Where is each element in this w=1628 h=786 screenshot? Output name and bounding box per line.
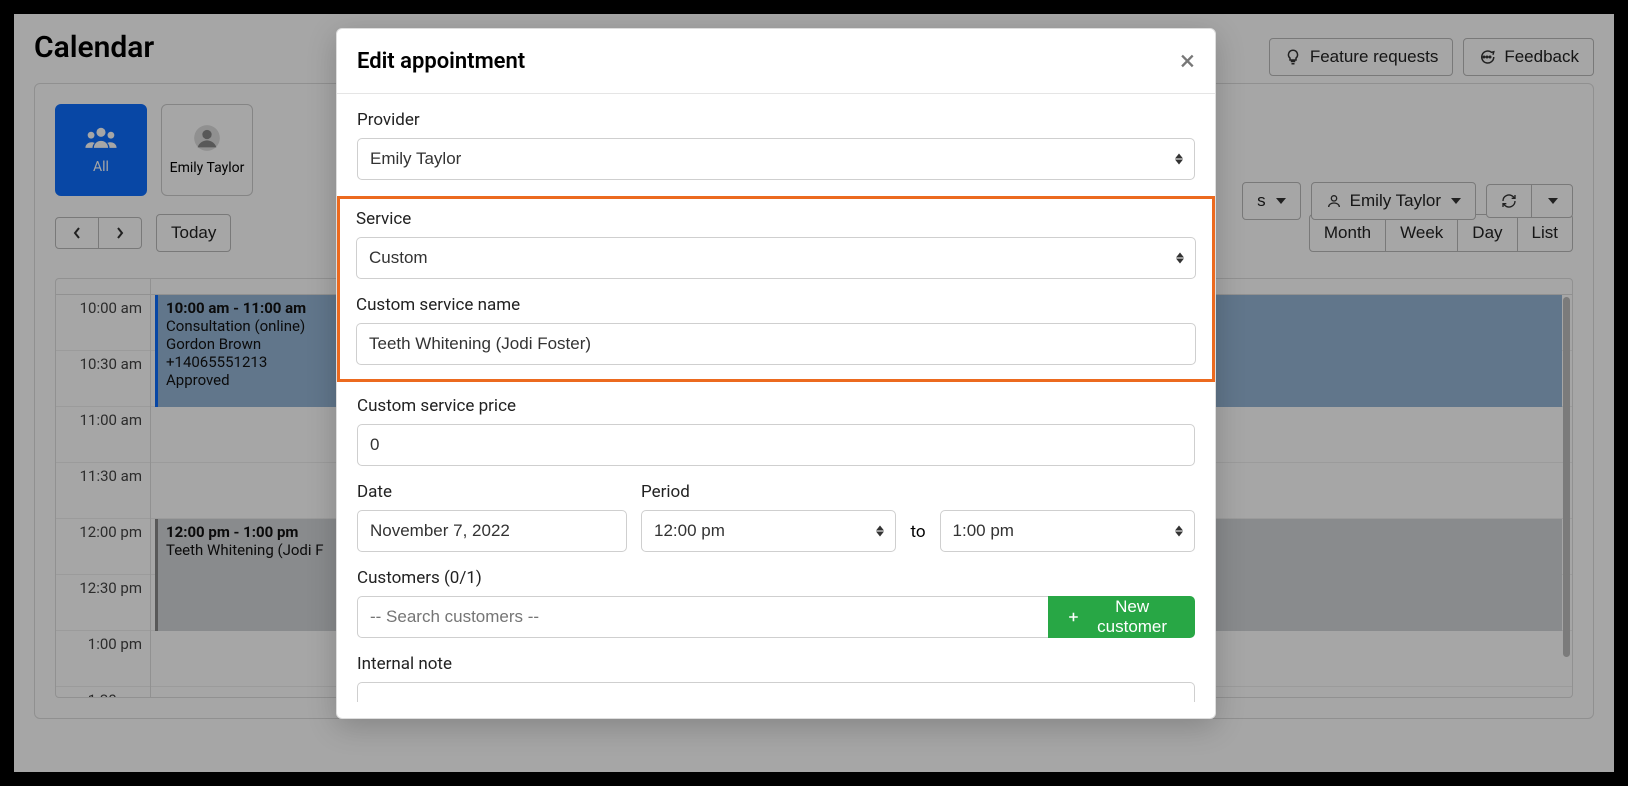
period-from-select[interactable]: [641, 510, 896, 552]
period-to-select[interactable]: [940, 510, 1195, 552]
provider-all-label: All: [93, 159, 109, 175]
internal-note-input[interactable]: [357, 682, 1195, 702]
refresh-dropdown[interactable]: [1531, 184, 1573, 218]
custom-service-name-input[interactable]: [356, 323, 1196, 365]
edit-appointment-modal: Edit appointment × Provider Service: [336, 28, 1216, 719]
user-dropdown-label: Emily Taylor: [1350, 191, 1441, 211]
time-label: 11:00 am: [56, 407, 150, 463]
user-circle-icon: [193, 124, 221, 152]
next-button[interactable]: [98, 217, 142, 249]
provider-emily[interactable]: Emily Taylor: [161, 104, 253, 196]
user-icon: [1326, 193, 1342, 209]
date-input[interactable]: [357, 510, 627, 552]
period-label: Period: [641, 482, 896, 502]
close-icon: ×: [1180, 44, 1195, 77]
chat-icon: [1478, 48, 1496, 66]
refresh-button[interactable]: [1486, 184, 1532, 218]
internal-note-label: Internal note: [357, 654, 1195, 674]
feedback-button[interactable]: Feedback: [1463, 38, 1594, 76]
refresh-icon: [1501, 193, 1517, 209]
time-label: 12:30 pm: [56, 575, 150, 631]
modal-title: Edit appointment: [357, 49, 525, 74]
date-label: Date: [357, 482, 627, 502]
provider-label: Provider: [357, 110, 1195, 130]
time-label: 1:00 pm: [56, 631, 150, 687]
time-label: 11:30 am: [56, 463, 150, 519]
today-button[interactable]: Today: [156, 214, 231, 252]
new-customer-button[interactable]: New customer: [1048, 596, 1195, 638]
scrollbar[interactable]: [1563, 297, 1570, 657]
service-label: Service: [356, 209, 1196, 229]
custom-service-price-label: Custom service price: [357, 396, 1195, 416]
user-dropdown[interactable]: Emily Taylor: [1311, 182, 1476, 220]
provider-select[interactable]: [357, 138, 1195, 180]
feature-requests-button[interactable]: Feature requests: [1269, 38, 1454, 76]
truncated-dropdown[interactable]: s: [1242, 182, 1301, 220]
chevron-left-icon: [72, 226, 82, 240]
provider-all[interactable]: All: [55, 104, 147, 196]
search-customers-input[interactable]: [357, 596, 1048, 638]
time-label: 12:00 pm: [56, 519, 150, 575]
time-label: 1:30 pm: [56, 687, 150, 698]
highlighted-section: Service Custom service name: [337, 196, 1215, 382]
customers-label: Customers (0/1): [357, 568, 1195, 588]
chevron-right-icon: [115, 226, 125, 240]
custom-service-price-input[interactable]: [357, 424, 1195, 466]
service-select[interactable]: [356, 237, 1196, 279]
time-label: 10:30 am: [56, 351, 150, 407]
new-customer-label: New customer: [1088, 597, 1176, 637]
chevron-down-icon: [1548, 198, 1558, 204]
feedback-label: Feedback: [1504, 47, 1579, 67]
chevron-down-icon: [1276, 198, 1286, 204]
plus-icon: [1067, 609, 1080, 625]
truncated-dropdown-label: s: [1257, 191, 1266, 211]
provider-emily-label: Emily Taylor: [170, 160, 245, 176]
prev-button[interactable]: [55, 217, 99, 249]
users-icon: [84, 125, 118, 151]
time-label: 10:00 am: [56, 295, 150, 351]
to-label: to: [910, 522, 925, 552]
lightbulb-icon: [1284, 48, 1302, 66]
feature-requests-label: Feature requests: [1310, 47, 1439, 67]
custom-service-name-label: Custom service name: [356, 295, 1196, 315]
chevron-down-icon: [1451, 198, 1461, 204]
close-button[interactable]: ×: [1180, 47, 1195, 75]
